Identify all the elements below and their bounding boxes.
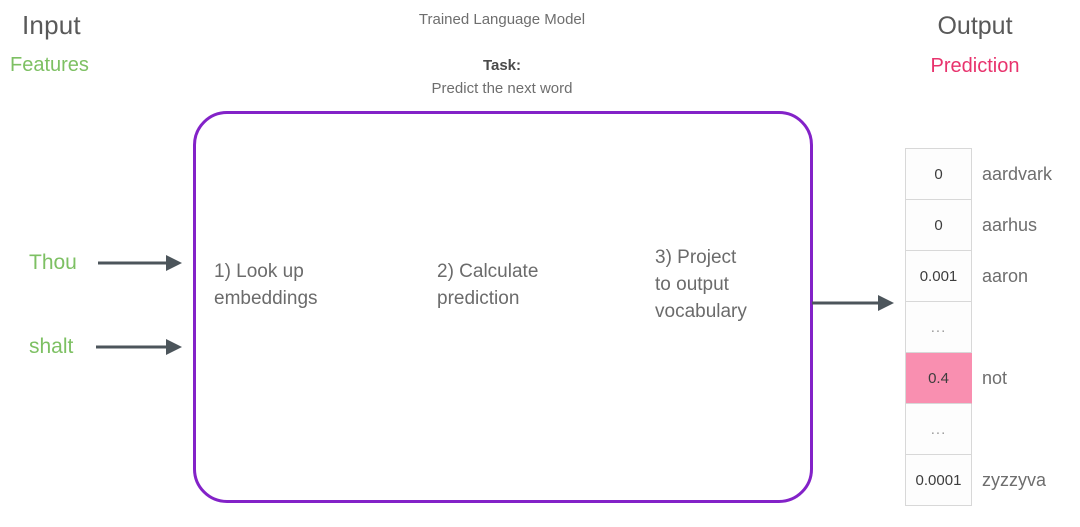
output-row-value: 0.4: [928, 369, 949, 387]
diagram-canvas: Input Features Trained Language Model Ta…: [0, 0, 1080, 527]
output-probability-table: 0 aardvark 0 aarhus 0.001 aaron... 0.4 not... 0.…: [905, 148, 1052, 506]
output-row-label: aardvark: [982, 164, 1053, 184]
output-table-row: 0 aardvark: [906, 149, 1052, 200]
output-row-value: 0.0001: [915, 471, 962, 489]
output-table-row: 0.0001 zyzzyva: [906, 455, 1046, 506]
output-row-label: zyzzyva: [982, 470, 1047, 490]
output-table-row: ...: [906, 404, 972, 455]
model-step-3: 3) Project to output vocabulary: [655, 247, 747, 322]
output-row-ellipsis: ...: [930, 318, 947, 336]
output-row-label: aaron: [982, 266, 1029, 286]
output-title: Output: [937, 12, 1013, 40]
arrow-input-thou-icon: [98, 255, 182, 271]
input-word-thou: Thou: [29, 251, 77, 274]
output-table-row: ...: [906, 302, 972, 353]
task-value: Predict the next word: [431, 80, 573, 97]
output-table-row: 0 aarhus: [906, 200, 1037, 251]
output-row-value: 0: [934, 216, 943, 234]
output-subtitle: Prediction: [930, 55, 1020, 77]
model-step-2: 2) Calculate prediction: [437, 261, 539, 309]
input-word-shalt: shalt: [29, 335, 74, 358]
output-row-label: not: [982, 368, 1008, 388]
model-title: Trained Language Model: [418, 11, 586, 28]
output-row-value: 0: [934, 165, 943, 183]
output-row-label: aarhus: [982, 215, 1038, 235]
output-table-row: 0.4 not: [906, 353, 1007, 404]
task-label: Task:: [482, 57, 522, 74]
arrow-input-shalt-icon: [96, 339, 182, 355]
model-step-1: 1) Look up embeddings: [214, 261, 318, 309]
arrow-model-output-icon: [812, 295, 894, 311]
output-row-value: 0.001: [919, 267, 958, 285]
output-row-ellipsis: ...: [930, 420, 947, 438]
output-table-row: 0.001 aaron: [906, 251, 1028, 302]
